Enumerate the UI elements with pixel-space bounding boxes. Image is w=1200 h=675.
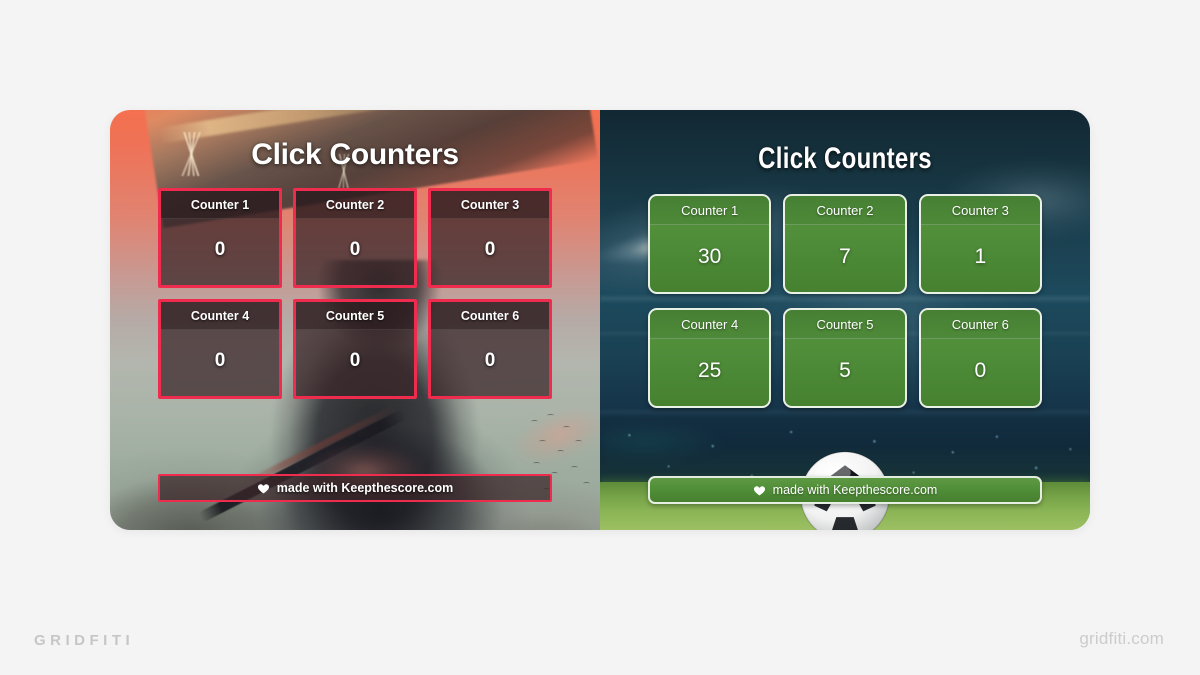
counter-value: 0 <box>974 358 987 382</box>
counter-card[interactable]: Counter 2 0 <box>293 188 417 288</box>
panel-content-samurai: Click Counters Counter 1 0 Counter 2 0 C… <box>110 110 600 530</box>
made-with-credit-bar[interactable]: made with Keepthescore.com <box>158 474 552 502</box>
counter-card[interactable]: Counter 1 0 <box>158 188 282 288</box>
counter-label: Counter 4 <box>161 302 279 330</box>
counter-value: 0 <box>484 239 496 260</box>
counter-label: Counter 6 <box>431 302 549 330</box>
counter-card[interactable]: Counter 5 0 <box>293 299 417 399</box>
credit-text: made with Keepthescore.com <box>276 481 454 495</box>
counter-panel-stadium: Click Counters Counter 1 30 Counter 2 7 … <box>600 110 1090 530</box>
counter-label: Counter 3 <box>920 196 1040 225</box>
counter-card[interactable]: Counter 6 0 <box>918 308 1042 408</box>
page-title: Click Counters <box>758 142 932 175</box>
counter-card[interactable]: Counter 3 1 <box>918 194 1042 294</box>
counter-label: Counter 2 <box>785 196 905 225</box>
counter-label: Counter 5 <box>785 310 905 339</box>
scoreboard-showcase: Click Counters Counter 1 0 Counter 2 0 C… <box>110 110 1090 530</box>
counter-value: 0 <box>214 239 226 260</box>
page-title: Click Counters <box>251 138 459 171</box>
counter-panel-samurai: Click Counters Counter 1 0 Counter 2 0 C… <box>110 110 600 530</box>
credit-text: made with Keepthescore.com <box>772 483 938 497</box>
panel-content-stadium: Click Counters Counter 1 30 Counter 2 7 … <box>600 110 1090 530</box>
counter-grid: Counter 1 30 Counter 2 7 Counter 3 1 Cou… <box>648 194 1042 408</box>
counter-value: 5 <box>839 358 851 382</box>
counter-label: Counter 6 <box>920 310 1040 339</box>
counter-value: 30 <box>697 244 722 268</box>
counter-card[interactable]: Counter 2 7 <box>783 194 907 294</box>
counter-value: 7 <box>839 244 851 268</box>
counter-label: Counter 5 <box>296 302 414 330</box>
counter-value: 0 <box>349 350 361 371</box>
heart-icon <box>257 482 270 495</box>
gridfiti-url: gridfiti.com <box>1079 629 1164 648</box>
counter-card[interactable]: Counter 4 0 <box>158 299 282 399</box>
counter-card[interactable]: Counter 6 0 <box>428 299 552 399</box>
counter-value: 0 <box>214 350 226 371</box>
counter-value: 25 <box>697 358 722 382</box>
counter-label: Counter 4 <box>650 310 770 339</box>
counter-label: Counter 2 <box>296 191 414 219</box>
counter-card[interactable]: Counter 3 0 <box>428 188 552 288</box>
counter-label: Counter 1 <box>161 191 279 219</box>
counter-value: 0 <box>484 350 496 371</box>
heart-icon <box>753 484 766 497</box>
counter-label: Counter 1 <box>650 196 770 225</box>
gridfiti-logo: GRIDFITI <box>34 632 135 649</box>
made-with-credit-bar[interactable]: made with Keepthescore.com <box>648 476 1042 504</box>
counter-value: 1 <box>974 244 987 268</box>
counter-card[interactable]: Counter 4 25 <box>648 308 772 408</box>
counter-card[interactable]: Counter 5 5 <box>783 308 907 408</box>
counter-label: Counter 3 <box>431 191 549 219</box>
counter-card[interactable]: Counter 1 30 <box>648 194 772 294</box>
counter-value: 0 <box>349 239 361 260</box>
counter-grid: Counter 1 0 Counter 2 0 Counter 3 0 Coun… <box>158 188 552 399</box>
